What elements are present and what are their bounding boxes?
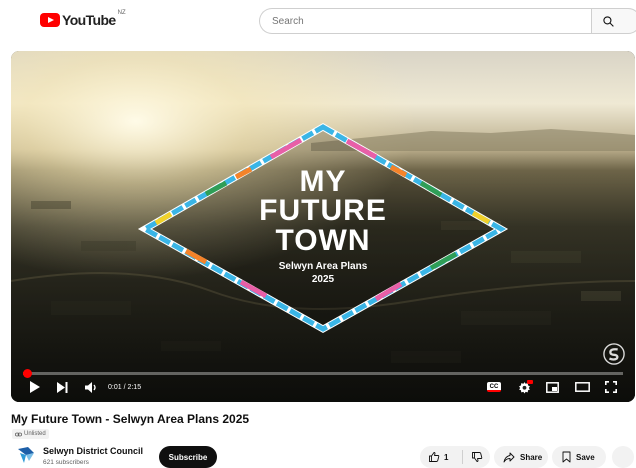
theater-icon bbox=[574, 382, 590, 392]
channel-watermark-icon[interactable] bbox=[603, 343, 625, 365]
subscriber-count: 621 subscribers bbox=[43, 459, 89, 466]
progress-bar[interactable] bbox=[23, 369, 623, 378]
masthead: YouTube NZ bbox=[0, 0, 636, 44]
dislike-button[interactable] bbox=[463, 446, 490, 468]
subtitles-button[interactable]: CC bbox=[486, 379, 502, 395]
video-title: My Future Town - Selwyn Area Plans 2025 bbox=[11, 412, 250, 426]
video-title-card: MY FUTURE TOWN Selwyn Area Plans 2025 bbox=[11, 51, 635, 402]
next-video-button[interactable] bbox=[55, 379, 69, 395]
more-actions-button[interactable] bbox=[612, 446, 634, 468]
cc-icon: CC bbox=[487, 382, 501, 392]
play-icon bbox=[29, 381, 40, 393]
title-card-line-1: MY bbox=[299, 165, 347, 198]
volume-icon bbox=[84, 381, 96, 393]
settings-button[interactable] bbox=[516, 379, 533, 395]
logo-region: NZ bbox=[117, 10, 126, 16]
search-button[interactable] bbox=[591, 8, 636, 34]
search-icon bbox=[603, 16, 614, 27]
link-icon bbox=[15, 432, 22, 436]
youtube-play-logo-icon bbox=[40, 13, 60, 27]
subscribe-button[interactable]: Subscribe bbox=[159, 446, 217, 468]
next-icon bbox=[56, 381, 67, 393]
cc-label: CC bbox=[489, 384, 499, 390]
settings-hd-badge bbox=[527, 380, 533, 384]
title-card-year: 2025 bbox=[311, 274, 335, 285]
logo-text: YouTube bbox=[62, 12, 116, 28]
play-button[interactable] bbox=[27, 379, 41, 395]
share-button[interactable]: Share bbox=[494, 446, 548, 468]
channel-name[interactable]: Selwyn District Council bbox=[43, 446, 143, 457]
title-card-line-2: FUTURE bbox=[259, 194, 387, 227]
youtube-logo[interactable]: YouTube NZ bbox=[40, 10, 126, 28]
unlisted-label: Unlisted bbox=[24, 431, 46, 437]
bookmark-icon bbox=[562, 451, 571, 463]
like-button[interactable]: 1 bbox=[420, 446, 462, 468]
title-card-line-3: TOWN bbox=[275, 224, 371, 257]
search-input[interactable] bbox=[259, 8, 591, 34]
channel-avatar[interactable] bbox=[15, 444, 37, 466]
like-dislike-group: 1 bbox=[420, 446, 490, 468]
fullscreen-icon bbox=[605, 381, 617, 393]
miniplayer-button[interactable] bbox=[544, 379, 560, 395]
title-card-subtitle: Selwyn Area Plans bbox=[278, 261, 368, 272]
share-icon bbox=[503, 452, 515, 462]
like-count: 1 bbox=[444, 452, 449, 462]
unlisted-badge: Unlisted bbox=[12, 429, 49, 439]
fullscreen-button[interactable] bbox=[603, 379, 619, 395]
thumbs-up-icon bbox=[429, 452, 440, 462]
theater-mode-button[interactable] bbox=[573, 379, 591, 395]
save-button[interactable]: Save bbox=[552, 446, 606, 468]
miniplayer-icon bbox=[545, 381, 559, 393]
video-player[interactable]: MY FUTURE TOWN Selwyn Area Plans 2025 0:… bbox=[11, 51, 635, 402]
time-display: 0:01 / 2:15 bbox=[108, 384, 142, 391]
thumbs-down-icon bbox=[471, 452, 482, 462]
volume-button[interactable] bbox=[83, 379, 99, 395]
save-label: Save bbox=[576, 452, 595, 462]
share-label: Share bbox=[520, 452, 543, 462]
